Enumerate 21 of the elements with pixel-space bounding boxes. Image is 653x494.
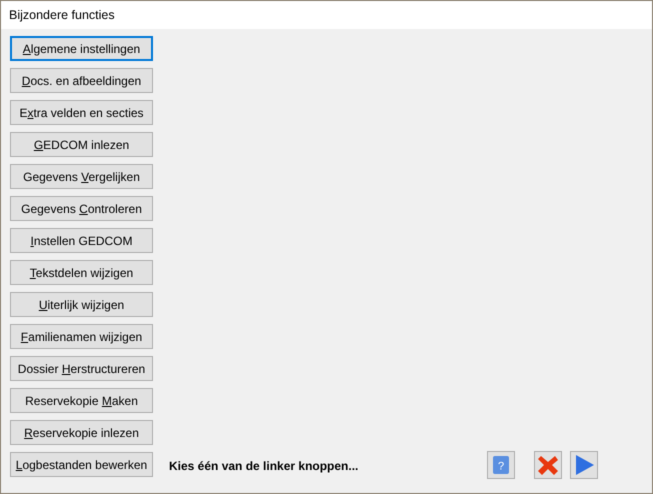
- function-button[interactable]: Algemene instellingen: [10, 36, 153, 61]
- function-button[interactable]: Reservekopie Maken: [10, 388, 153, 413]
- function-button[interactable]: Dossier Herstructureren: [10, 356, 153, 381]
- close-icon: [537, 454, 559, 476]
- function-button[interactable]: Reservekopie inlezen: [10, 420, 153, 445]
- window-title: Bijzondere functies: [1, 1, 652, 29]
- function-button[interactable]: Gegevens Vergelijken: [10, 164, 153, 189]
- help-icon: ?: [491, 455, 511, 475]
- function-button[interactable]: Familienamen wijzigen: [10, 324, 153, 349]
- function-button[interactable]: Docs. en afbeeldingen: [10, 68, 153, 93]
- function-button[interactable]: Extra velden en secties: [10, 100, 153, 125]
- function-button[interactable]: GEDCOM inlezen: [10, 132, 153, 157]
- ok-button[interactable]: [570, 451, 598, 479]
- function-button[interactable]: Tekstdelen wijzigen: [10, 260, 153, 285]
- function-button[interactable]: Gegevens Controleren: [10, 196, 153, 221]
- play-icon: [573, 454, 595, 476]
- function-button[interactable]: Logbestanden bewerken: [10, 452, 153, 477]
- cancel-button[interactable]: [534, 451, 562, 479]
- function-button[interactable]: Instellen GEDCOM: [10, 228, 153, 253]
- function-button[interactable]: Uiterlijk wijzigen: [10, 292, 153, 317]
- hint-text: Kies één van de linker knoppen...: [169, 459, 360, 475]
